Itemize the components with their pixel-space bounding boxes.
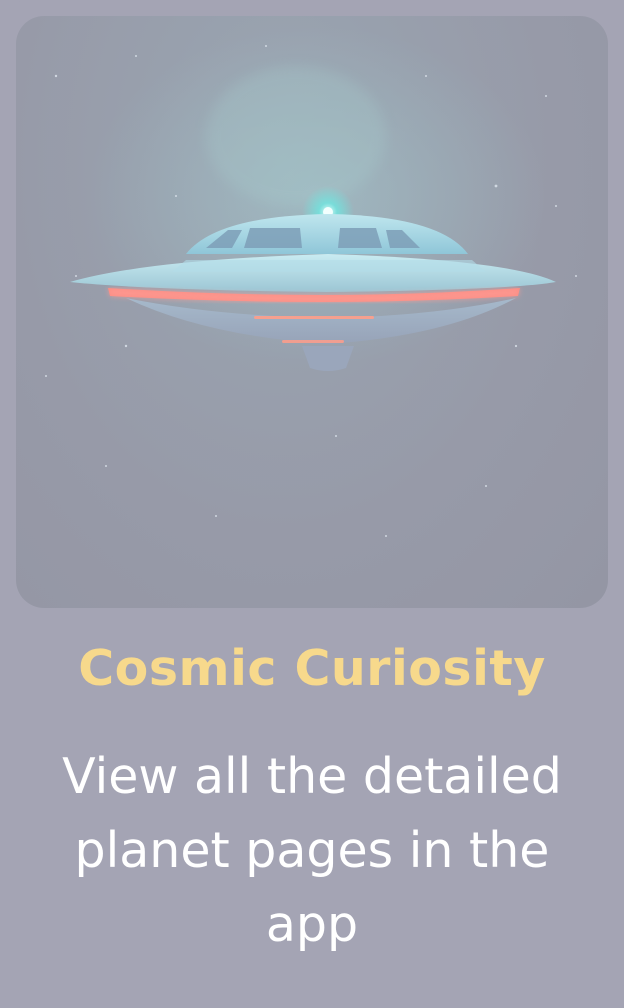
ufo-bottom [302, 346, 354, 371]
card-title: Cosmic Curiosity [78, 640, 546, 697]
ufo-illustration [45, 26, 577, 537]
card-description: View all the detailed planet pages in th… [62, 748, 562, 953]
promo-card[interactable]: Cosmic Curiosity View all the detailed p… [0, 0, 624, 1008]
hero-image [16, 16, 608, 608]
